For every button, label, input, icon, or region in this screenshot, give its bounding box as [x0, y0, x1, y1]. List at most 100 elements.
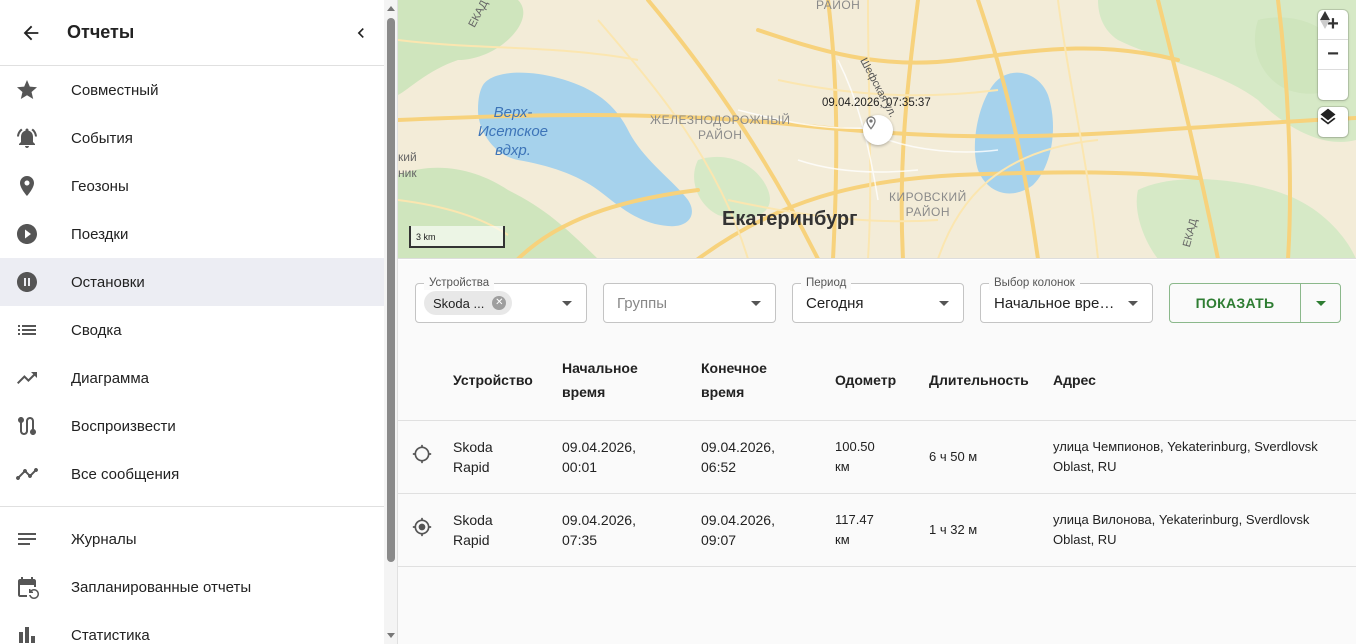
header-address: Адрес [1053, 340, 1356, 421]
cell-text: Rapid [453, 531, 490, 548]
arrow-back-icon [23, 25, 39, 40]
scroll-thumb[interactable] [387, 18, 395, 562]
header-text: Конечное [701, 359, 767, 376]
columns-select[interactable]: Выбор колонок Начальное время [980, 276, 1153, 323]
gps-fixed-icon[interactable] [412, 517, 432, 537]
map-label-city: Екатеринбург [722, 208, 858, 230]
cell-text: Skoda [453, 438, 493, 455]
map[interactable]: РАЙОН Верх- Исетское вдхр. ЖЕЛЕЗНОДОРОЖН… [398, 0, 1356, 259]
cell-text: км [835, 458, 850, 474]
menu-item-replay[interactable]: Воспроизвести [0, 402, 384, 450]
row-locate-cell[interactable] [398, 420, 453, 494]
cell-text: 100.50 [835, 438, 875, 454]
cell-text: 09.04.2026, [701, 438, 775, 455]
table-row[interactable]: Skoda Rapid 09.04.2026, 07:35 09.04.2026, 0… [398, 493, 1356, 567]
menu-label: Остановки [71, 273, 145, 291]
pause-circle-icon [17, 272, 37, 292]
bar-chart-icon [19, 627, 35, 643]
sidebar-scrollbar[interactable] [384, 0, 398, 644]
sidebar: Отчеты Совместный События Геозоны Поездк… [0, 0, 384, 644]
menu-label: Совместный [71, 81, 159, 99]
period-select[interactable]: Период Сегодня [792, 276, 964, 323]
compass-button[interactable] [1318, 11, 1348, 100]
menu-item-geofences[interactable]: Геозоны [0, 162, 384, 210]
cell-text: 09.04.2026, [562, 511, 636, 528]
menu-item-events[interactable]: События [0, 114, 384, 162]
gps-not-fixed-icon[interactable] [412, 444, 432, 464]
columns-legend: Выбор колонок [989, 276, 1080, 290]
columns-value: Начальное время [994, 295, 1116, 312]
device-chip-label: Skoda ... [433, 295, 485, 311]
header-start-time: Начальное время [562, 340, 701, 421]
menu-label: События [71, 129, 133, 147]
map-layers-button[interactable] [1318, 107, 1348, 137]
dropdown-arrow-icon [939, 301, 949, 306]
stop-marker[interactable] [863, 115, 893, 145]
cell-text: 09.04.2026, [701, 511, 775, 528]
menu-item-stops[interactable]: Остановки [0, 258, 384, 306]
show-split-button: ПОКАЗАТЬ [1169, 283, 1341, 323]
menu-label: Поездки [71, 225, 129, 243]
place-outline-icon [866, 116, 876, 130]
app-root: Отчеты Совместный События Геозоны Поездк… [0, 0, 1356, 644]
trending-up-icon [17, 372, 37, 384]
cell-odometer: 100.50 км [835, 420, 929, 494]
groups-select[interactable]: Группы [603, 283, 776, 323]
header-text: время [562, 383, 606, 400]
marker-time-label: 09.04.2026, 07:35:37 [822, 97, 931, 109]
devices-select[interactable]: Устройства Skoda ... ✕ [415, 276, 587, 323]
cell-duration: 1 ч 32 м [929, 493, 1053, 567]
menu-item-trips[interactable]: Поездки [0, 210, 384, 258]
logs-menu: Журналы Запланированные отчеты Статистик… [0, 515, 384, 644]
menu-item-summary[interactable]: Сводка [0, 306, 384, 354]
chip-remove-icon[interactable]: ✕ [492, 296, 507, 310]
menu-item-chart[interactable]: Диаграмма [0, 354, 384, 402]
map-label-zh-district: ЖЕЛЕЗНОДОРОЖНЫЙ РАЙОН [650, 113, 791, 142]
device-chip[interactable]: Skoda ... ✕ [424, 291, 513, 315]
stops-table: Устройство Начальное время Конечное время … [398, 340, 1356, 567]
menu-label: Статистика [71, 626, 150, 644]
header-text: время [701, 383, 745, 400]
show-button[interactable]: ПОКАЗАТЬ [1170, 284, 1301, 322]
map-label-district-top: РАЙОН [816, 0, 861, 12]
cell-text: км [835, 531, 850, 547]
menu-item-logs[interactable]: Журналы [0, 515, 384, 563]
zoom-out-button[interactable]: − [1318, 40, 1348, 70]
menu-item-all-messages[interactable]: Все сообщения [0, 450, 384, 498]
reports-menu: Совместный События Геозоны Поездки Остан… [0, 66, 384, 498]
menu-item-statistics[interactable]: Статистика [0, 611, 384, 644]
cell-address: улица Вилонова, Yekaterinburg, Sverdlovs… [1053, 493, 1356, 567]
map-label-left-cut: кий ник [398, 150, 417, 180]
scroll-down-arrow-icon[interactable] [387, 633, 395, 638]
scroll-up-arrow-icon[interactable] [387, 6, 395, 11]
menu-label: Диаграмма [71, 369, 150, 387]
sidebar-title: Отчеты [67, 22, 135, 42]
menu-item-scheduled[interactable]: Запланированные отчеты [0, 563, 384, 611]
menu-label: Геозоны [71, 177, 129, 195]
cell-text: 07:35 [562, 531, 598, 548]
show-options-button[interactable] [1301, 284, 1340, 322]
table-header-row: Устройство Начальное время Конечное время … [398, 340, 1356, 421]
dropdown-arrow-icon [562, 301, 572, 306]
dropdown-arrow-icon [1315, 300, 1326, 306]
dropdown-arrow-icon [751, 301, 761, 306]
table-row[interactable]: Skoda Rapid 09.04.2026, 00:01 09.04.2026, 0… [398, 420, 1356, 494]
menu-label: Журналы [71, 530, 137, 548]
stops-table-container: Устройство Начальное время Конечное время … [398, 340, 1356, 644]
star-icon [17, 80, 37, 99]
menu-item-combined[interactable]: Совместный [0, 66, 384, 114]
collapse-sidebar-button[interactable] [338, 0, 384, 66]
menu-label: Воспроизвести [71, 417, 176, 435]
header-end-time: Конечное время [701, 340, 835, 421]
map-zoom-controls: + − [1318, 10, 1348, 100]
cell-text: 09.04.2026, [562, 438, 636, 455]
devices-legend: Устройства [424, 276, 495, 290]
header-duration: Длительность [929, 340, 1053, 421]
cell-text: Rapid [453, 458, 490, 475]
back-button[interactable] [0, 0, 62, 66]
cell-text: Skoda [453, 511, 493, 528]
cell-end-time: 09.04.2026, 09:07 [701, 493, 835, 567]
row-locate-cell[interactable] [398, 493, 453, 567]
cell-duration: 6 ч 50 м [929, 420, 1053, 494]
cell-text: 09:07 [701, 531, 737, 548]
